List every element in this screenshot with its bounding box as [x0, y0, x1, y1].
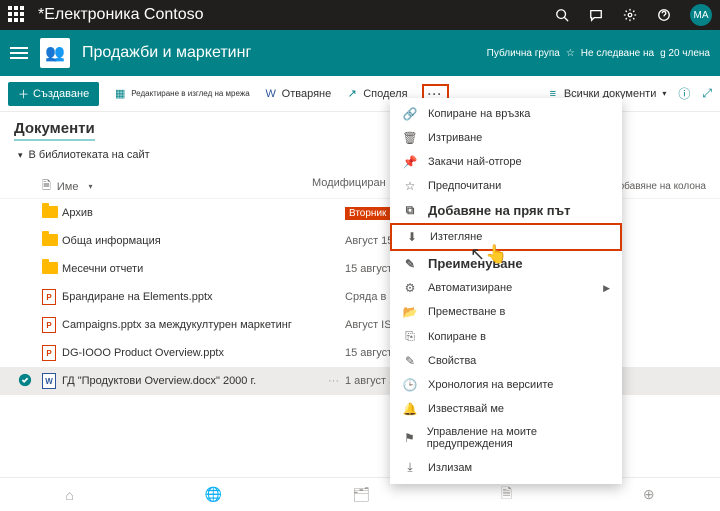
hamburger-icon[interactable] — [10, 47, 28, 59]
menu-item-label: Хронология на версиите — [428, 379, 553, 391]
open-button[interactable]: WОтваряне — [264, 87, 332, 101]
powerpoint-icon: P — [42, 317, 56, 333]
menu-item-label: Свойства — [428, 355, 476, 367]
info-icon[interactable]: ⓘ — [678, 85, 690, 102]
word-icon: W — [264, 87, 278, 101]
menu-item[interactable]: ⧉ Добавяне на пряк път — [390, 198, 622, 223]
settings-icon[interactable] — [622, 7, 638, 23]
file-name: Campaigns.pptx за междукултурен маркетин… — [62, 319, 322, 331]
menu-item-label: Преместване в — [428, 306, 505, 318]
menu-item[interactable]: ⚙ Автоматизиране ▶ — [390, 276, 622, 300]
menu-item[interactable]: 📂 Преместване в — [390, 300, 622, 324]
row-more-icon[interactable]: ··· — [322, 375, 345, 387]
suite-bar: *Електроника Contoso MA — [0, 0, 720, 30]
menu-item[interactable]: ⬇ Изтегляне — [390, 223, 622, 251]
edit-grid-button[interactable]: ▦Редактиране в изглед на мрежа — [113, 87, 249, 101]
menu-item-label: Преименуване — [428, 256, 523, 271]
menu-item[interactable]: ⤓ Излизам — [390, 455, 622, 480]
menu-item-label: Копиране в — [428, 331, 486, 343]
menu-item-label: Закачи най-отгоре — [428, 156, 522, 168]
menu-item[interactable]: 🗑 Изтриване — [390, 126, 622, 150]
app-launcher-icon[interactable] — [8, 6, 26, 24]
suite-title: *Електроника Contoso — [38, 6, 554, 24]
menu-item-label: Известявай ме — [428, 403, 504, 415]
select-indicator[interactable] — [18, 373, 42, 390]
star-icon[interactable]: ☆ — [566, 48, 575, 59]
menu-item-icon: 🗑 — [402, 131, 418, 145]
add-icon[interactable]: ⊕ — [643, 486, 655, 503]
site-logo[interactable]: 👥 — [40, 38, 70, 68]
home-icon[interactable]: ⌂ — [65, 487, 73, 503]
menu-item-label: Копиране на връзка — [428, 108, 530, 120]
word-icon: W — [42, 373, 56, 389]
menu-item[interactable]: 🔔 Известявай ме — [390, 397, 622, 421]
menu-item-icon: 📂 — [402, 305, 418, 319]
search-icon[interactable] — [554, 7, 570, 23]
menu-item-icon: ⎘ — [402, 329, 418, 344]
recent-icon[interactable]: 🗎 — [501, 483, 512, 507]
menu-item-icon: ⧉ — [402, 203, 418, 218]
folder-icon — [42, 234, 58, 246]
powerpoint-icon: P — [42, 345, 56, 361]
menu-item[interactable]: 🕒 Хронология на версиите — [390, 373, 622, 397]
menu-item-icon: 🕒 — [402, 378, 418, 392]
new-button[interactable]: ＋Създаване — [8, 82, 99, 106]
group-type-label: Публична група — [487, 48, 560, 59]
members-label[interactable]: g 20 члена — [660, 48, 710, 59]
file-name: Месечни отчети — [62, 263, 322, 275]
menu-item-icon: ⚙ — [402, 281, 418, 295]
menu-item-icon: ✎ — [402, 257, 418, 271]
menu-item-label: Предпочитани — [428, 180, 501, 192]
menu-item-label: Добавяне на пряк път — [428, 203, 570, 218]
file-name: Брандиране на Elements.pptx — [62, 291, 322, 303]
col-name-header[interactable]: 🗎Име▾ — [42, 177, 312, 196]
menu-item[interactable]: ☆ Предпочитани — [390, 174, 622, 198]
menu-item[interactable]: ✎ Свойства — [390, 349, 622, 373]
file-icon: 🗎 — [42, 177, 51, 196]
globe-icon[interactable]: 🌐 — [204, 486, 221, 503]
menu-item-icon: 🔔 — [402, 402, 418, 416]
menu-item-label: Изтриване — [428, 132, 482, 144]
menu-item-icon: 📌 — [402, 155, 418, 169]
file-name: Архив — [62, 207, 322, 219]
menu-item-icon: 🔗 — [402, 107, 418, 121]
site-header: 👥 Продажби и маркетинг Публична група ☆ … — [0, 30, 720, 76]
menu-item-label: Излизам — [428, 462, 472, 474]
powerpoint-icon: P — [42, 289, 56, 305]
folder-icon — [42, 206, 58, 218]
menu-item-label: Автоматизиране — [428, 282, 512, 294]
files-icon[interactable]: 🗂 — [353, 486, 371, 503]
menu-item-icon: ☆ — [402, 179, 418, 193]
file-name: DG-IOOO Product Overview.pptx — [62, 347, 322, 359]
site-name: Продажби и маркетинг — [82, 44, 475, 62]
menu-item[interactable]: 🔗 Копиране на връзка — [390, 102, 622, 126]
user-avatar[interactable]: MA — [690, 4, 712, 26]
help-icon[interactable] — [656, 7, 672, 23]
menu-item[interactable]: 📌 Закачи най-отгоре — [390, 150, 622, 174]
menu-item-icon: ✎ — [402, 354, 418, 368]
menu-item[interactable]: ✎ Преименуване — [390, 251, 622, 276]
menu-item-icon: ⬇ — [404, 230, 420, 244]
menu-item[interactable]: ⚑ Управление на моите предупреждения — [390, 421, 622, 455]
file-name: ГД "Продуктови Overview.docx" 2000 г. — [62, 375, 322, 387]
grid-icon: ▦ — [113, 87, 127, 101]
chat-icon[interactable] — [588, 7, 604, 23]
menu-item-label: Управление на моите предупреждения — [427, 426, 610, 450]
chevron-right-icon: ▶ — [603, 283, 610, 294]
follow-label[interactable]: Не следване на — [581, 48, 654, 59]
menu-item-icon: ⚑ — [402, 431, 417, 445]
menu-item[interactable]: ⎘ Копиране в — [390, 324, 622, 349]
chevron-down-icon: ▾ — [18, 150, 23, 161]
context-menu: 🔗 Копиране на връзка 🗑 Изтриване 📌 Закачи най… — [390, 98, 622, 484]
folder-icon — [42, 262, 58, 274]
menu-item-label: Изтегляне — [430, 231, 482, 243]
expand-icon[interactable]: ⤢ — [702, 86, 712, 101]
menu-item-icon: ⤓ — [402, 460, 418, 475]
file-name: Обща информация — [62, 235, 322, 247]
share-icon: ↗ — [345, 87, 359, 101]
